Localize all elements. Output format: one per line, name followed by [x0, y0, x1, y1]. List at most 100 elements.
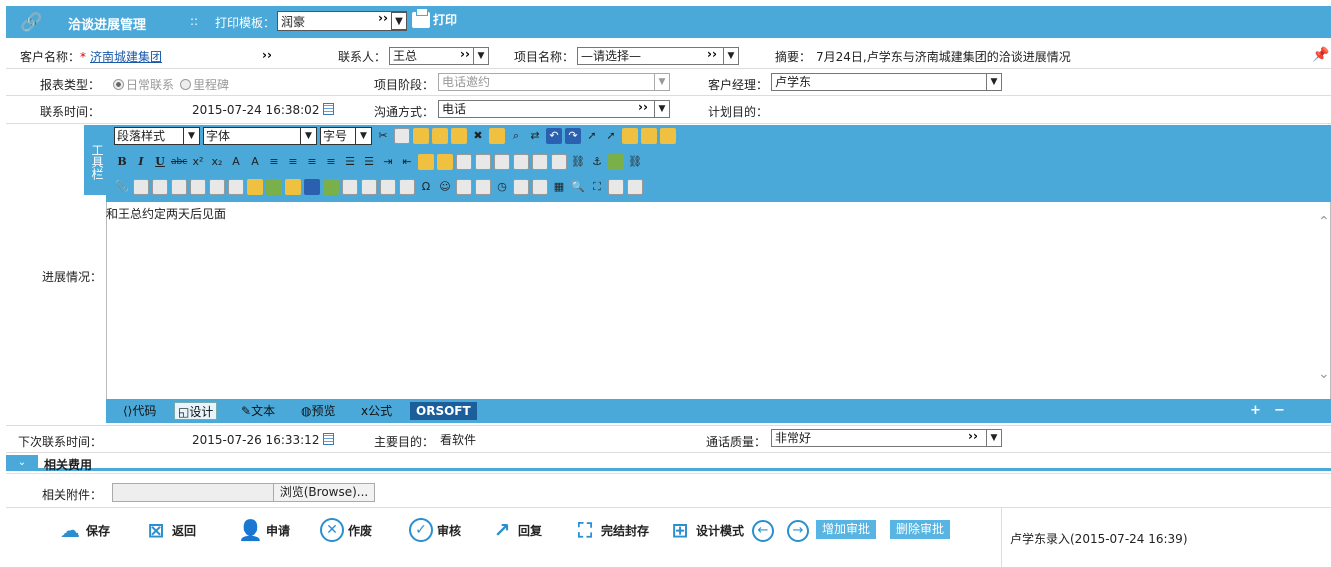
void-button[interactable]: ✕ 作废	[320, 518, 372, 542]
superscript-icon[interactable]: x²	[190, 154, 206, 170]
print-button[interactable]: 打印	[412, 7, 457, 28]
format-brush-icon[interactable]	[489, 128, 505, 144]
text-color-icon[interactable]	[418, 154, 434, 170]
subscript-icon[interactable]: x₂	[209, 154, 225, 170]
scroll-up-icon[interactable]: ⌃	[1318, 214, 1330, 230]
grid-icon[interactable]: ▦	[551, 179, 567, 195]
pointer-icon[interactable]: ➚	[603, 128, 619, 144]
chevron-down-icon[interactable]: ▼	[654, 74, 669, 90]
bg-color-icon[interactable]	[437, 154, 453, 170]
insert-flash-icon[interactable]	[152, 179, 168, 195]
review-button[interactable]: ✓ 审核	[409, 518, 461, 542]
layer-front-icon[interactable]	[641, 128, 657, 144]
hr-icon[interactable]	[532, 154, 548, 170]
date-icon[interactable]	[475, 179, 491, 195]
upload-icon[interactable]	[285, 179, 301, 195]
mode-formula[interactable]: x公式	[358, 402, 395, 420]
image-icon[interactable]	[456, 154, 472, 170]
pin-icon[interactable]: 📌	[1312, 47, 1329, 63]
frame-icon[interactable]	[513, 154, 529, 170]
undo-icon[interactable]: ↶	[546, 128, 562, 144]
apply-button[interactable]: 👤 申请	[238, 518, 290, 542]
design-mode-button[interactable]: ⊞ 设计模式	[668, 518, 744, 542]
save-button[interactable]: ☁ 保存	[58, 518, 110, 542]
paste-word-icon[interactable]	[451, 128, 467, 144]
purpose-value[interactable]: 看软件	[440, 431, 476, 448]
calendar-icon[interactable]	[323, 433, 334, 445]
quality-more-icon[interactable]: ››	[968, 429, 978, 443]
manager-select[interactable]: 卢学东	[771, 73, 1002, 91]
link-icon[interactable]: ⛓	[570, 154, 586, 170]
web-icon[interactable]	[266, 179, 282, 195]
import-icon[interactable]	[323, 179, 339, 195]
layer-back-icon[interactable]	[660, 128, 676, 144]
time-icon[interactable]: ◷	[494, 179, 510, 195]
remote-image-icon[interactable]	[247, 179, 263, 195]
next-icon[interactable]: →	[787, 520, 809, 542]
fullscreen-icon[interactable]	[622, 128, 638, 144]
marquee-icon[interactable]	[551, 154, 567, 170]
excel-icon[interactable]	[304, 179, 320, 195]
art-text-icon[interactable]	[456, 179, 472, 195]
align-right-icon[interactable]: ≡	[304, 154, 320, 170]
calendar-icon[interactable]	[323, 103, 334, 115]
justify-icon[interactable]: ≡	[323, 154, 339, 170]
anchor-icon[interactable]: ⚓	[589, 154, 605, 170]
editor-content[interactable]: 和王总约定两天后见面	[106, 205, 226, 222]
contact-more-icon[interactable]: ››	[460, 47, 470, 61]
align-center-icon[interactable]: ≡	[285, 154, 301, 170]
bold-icon[interactable]: B	[114, 154, 130, 170]
attachment-icon[interactable]: 📎	[114, 179, 130, 195]
zoom-icon[interactable]: 🔍	[570, 179, 586, 195]
collapse-icon[interactable]: −	[1274, 403, 1285, 418]
insert-media-icon[interactable]	[171, 179, 187, 195]
browse-button[interactable]: 浏览(Browse)...	[273, 483, 375, 502]
mode-design[interactable]: ◱设计	[174, 402, 218, 420]
chevron-down-icon[interactable]: ▼	[391, 12, 407, 30]
paste-text-icon[interactable]	[432, 128, 448, 144]
mode-preview[interactable]: ◍预览	[298, 402, 339, 420]
unlink-icon[interactable]: ⛓	[627, 154, 643, 170]
table-icon[interactable]	[209, 179, 225, 195]
back-button[interactable]: ⊠ 返回	[144, 518, 196, 542]
add-approval-button[interactable]: 增加审批	[816, 520, 877, 539]
chevron-down-icon[interactable]: ⌄	[6, 455, 38, 471]
copy-icon[interactable]	[394, 128, 410, 144]
toolbar-tab[interactable]: 工具栏	[84, 125, 106, 195]
delete-icon[interactable]: ✖	[470, 128, 486, 144]
page-break-icon[interactable]	[608, 179, 624, 195]
form-icon[interactable]	[342, 179, 358, 195]
code-icon[interactable]	[532, 179, 548, 195]
quote-icon[interactable]	[513, 179, 529, 195]
media-icon[interactable]	[494, 154, 510, 170]
editor-scrollbar[interactable]: ⌃ ⌄	[1316, 210, 1330, 385]
paste-icon[interactable]	[413, 128, 429, 144]
scroll-down-icon[interactable]: ⌄	[1318, 366, 1330, 382]
textarea-icon[interactable]	[361, 179, 377, 195]
redo-icon[interactable]: ↷	[565, 128, 581, 144]
chevron-down-icon[interactable]: ▼	[723, 48, 738, 64]
unordered-list-icon[interactable]: ☰	[361, 154, 377, 170]
indent-icon[interactable]: ⇥	[380, 154, 396, 170]
ordered-list-icon[interactable]: ☰	[342, 154, 358, 170]
insert-image-icon[interactable]	[133, 179, 149, 195]
contact-time-value[interactable]: 2015-07-24 16:38:02	[192, 103, 319, 117]
underline-icon[interactable]: U	[152, 154, 168, 170]
chevron-down-icon[interactable]: ▼	[986, 430, 1001, 446]
insert-file-icon[interactable]	[190, 179, 206, 195]
map-icon[interactable]	[608, 154, 624, 170]
font-select[interactable]: 字体 ▼	[203, 127, 317, 145]
attach-file-input[interactable]	[112, 483, 277, 502]
mode-text[interactable]: ✎文本	[238, 402, 278, 420]
customer-link[interactable]: 济南城建集团	[90, 48, 162, 65]
select-icon[interactable]: ➚	[584, 128, 600, 144]
paragraph-style-select[interactable]: 段落样式 ▼	[114, 127, 200, 145]
finish-button[interactable]: ⛶ 完结封存	[573, 518, 649, 542]
chevron-down-icon[interactable]: ▼	[473, 48, 488, 64]
reply-button[interactable]: ↗ 回复	[490, 518, 542, 542]
input-icon[interactable]	[380, 179, 396, 195]
expand-icon[interactable]: +	[1250, 403, 1261, 418]
chevron-down-icon[interactable]: ▼	[986, 74, 1001, 90]
prev-icon[interactable]: ←	[752, 520, 774, 542]
align-left-icon[interactable]: ≡	[266, 154, 282, 170]
